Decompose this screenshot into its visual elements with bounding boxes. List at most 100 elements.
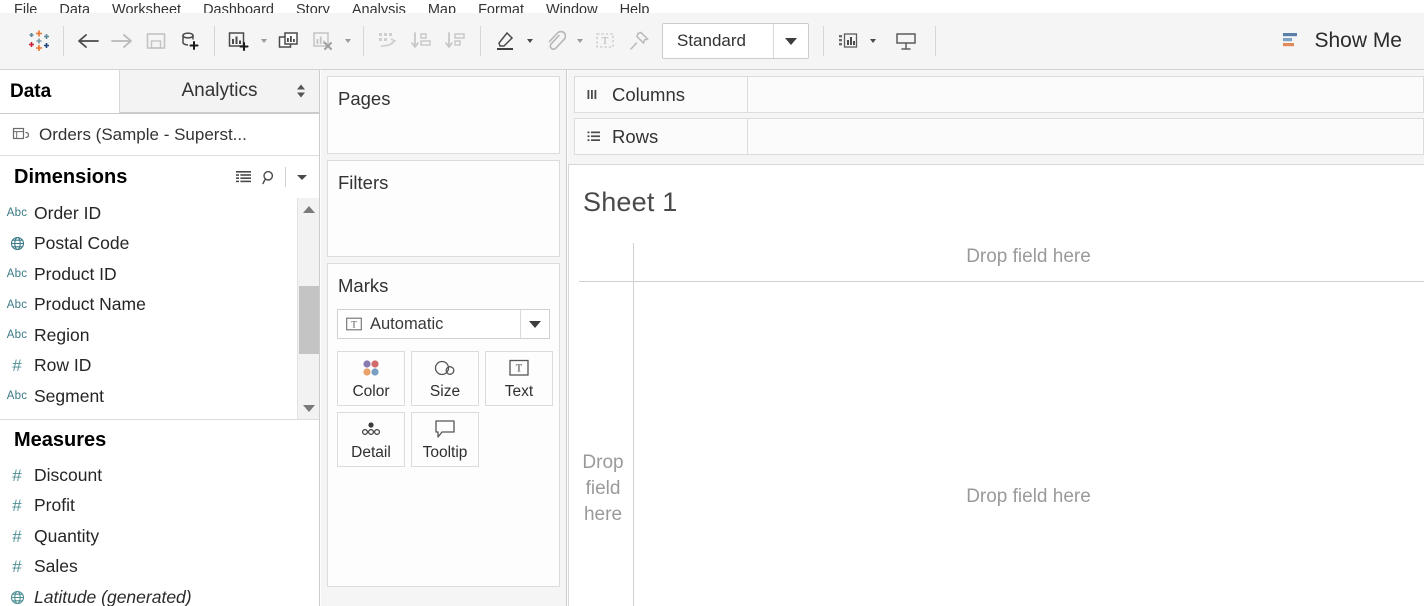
menu-item-help[interactable]: Help [620, 4, 650, 13]
dimension-field-postal-code[interactable]: Postal Code [0, 229, 319, 260]
menu-item-format[interactable]: Format [478, 4, 524, 13]
scrollbar-thumb[interactable] [299, 286, 319, 354]
abc-type-icon: Abc [6, 268, 28, 280]
swap-rows-columns-icon[interactable] [371, 24, 405, 58]
chevron-down-icon[interactable] [289, 164, 315, 190]
measure-field-quantity[interactable]: # Quantity [0, 521, 319, 552]
dimension-field-region[interactable]: Abc Region [0, 320, 319, 351]
tab-data-label: Data [10, 81, 51, 103]
field-label: Product ID [34, 264, 117, 285]
worksheet-view: Sheet 1 Drop field here Drop field here … [568, 164, 1424, 606]
dimension-field-ship-date[interactable]: Ship Date [0, 412, 319, 421]
show-cards-dropdown[interactable] [865, 24, 881, 58]
dimension-field-row-id[interactable]: # Row ID [0, 351, 319, 382]
axis-vertical-line [633, 243, 634, 606]
sort-descending-icon[interactable] [439, 24, 473, 58]
field-label: Quantity [34, 526, 99, 547]
shelves-area: Columns Rows [568, 70, 1424, 164]
show-cards-icon[interactable] [831, 24, 865, 58]
new-worksheet-icon[interactable] [222, 24, 256, 58]
menu-item-window[interactable]: Window [546, 4, 598, 13]
bottom-drop-hint: Drop field here [966, 486, 1091, 508]
clear-sheet-icon[interactable] [306, 24, 340, 58]
rows-shelf-dropzone[interactable] [748, 118, 1424, 155]
group-members-icon[interactable] [538, 24, 572, 58]
save-icon[interactable] [139, 24, 173, 58]
axis-horizontal-line [579, 281, 633, 282]
pages-card[interactable]: Pages [327, 76, 560, 154]
field-label: Sales [34, 556, 78, 577]
search-icon[interactable] [256, 164, 282, 190]
dimensions-scrollbar[interactable] [297, 198, 319, 419]
show-mark-labels-icon[interactable]: T [588, 24, 622, 58]
column-drop-hint: Drop field here [966, 246, 1091, 268]
menu-item-file[interactable]: File [14, 4, 37, 13]
dimension-field-product-name[interactable]: Abc Product Name [0, 290, 319, 321]
scroll-up-icon[interactable] [298, 198, 319, 220]
dimension-field-segment[interactable]: Abc Segment [0, 381, 319, 412]
measure-field-latitude-generated[interactable]: Latitude (generated) [0, 582, 319, 606]
dimension-field-product-id[interactable]: Abc Product ID [0, 259, 319, 290]
sort-ascending-icon[interactable] [405, 24, 439, 58]
toolbar-divider-4 [480, 26, 481, 56]
marks-color-button[interactable]: Color [337, 351, 405, 406]
worksheet-canvas[interactable]: Drop field here Drop field here Drop fie… [569, 233, 1424, 606]
columns-shelf-dropzone[interactable] [748, 76, 1424, 113]
highlight-icon[interactable] [488, 24, 522, 58]
menu-item-analysis[interactable]: Analysis [352, 4, 406, 13]
dimensions-list: Abc Order ID Postal Code Abc Product ID … [0, 198, 319, 420]
bottom-dropzone[interactable]: Drop field here [633, 486, 1424, 508]
fit-dropdown[interactable]: Standard [662, 23, 809, 59]
new-worksheet-dropdown[interactable] [256, 24, 272, 58]
rows-shelf[interactable]: Rows [574, 118, 1424, 155]
menu-item-story[interactable]: Story [296, 4, 330, 13]
measure-field-discount[interactable]: # Discount [0, 460, 319, 491]
marks-text-button[interactable]: T Text [485, 351, 553, 406]
fix-axes-icon[interactable] [622, 24, 656, 58]
number-type-icon: # [6, 467, 28, 484]
fit-dropdown-arrow[interactable] [773, 24, 808, 58]
back-arrow-icon[interactable] [71, 24, 105, 58]
clear-sheet-dropdown[interactable] [340, 24, 356, 58]
globe-type-icon [6, 590, 28, 605]
field-label: Segment [34, 386, 104, 407]
filters-card[interactable]: Filters [327, 160, 560, 257]
marks-tooltip-label: Tooltip [423, 444, 468, 462]
measure-field-profit[interactable]: # Profit [0, 491, 319, 522]
sort-toggle-icon[interactable] [297, 85, 305, 98]
new-data-source-icon[interactable] [173, 24, 207, 58]
measures-title: Measures [14, 429, 106, 452]
menu-item-dashboard[interactable]: Dashboard [203, 4, 274, 13]
menu-item-map[interactable]: Map [428, 4, 456, 13]
measure-field-sales[interactable]: # Sales [0, 552, 319, 583]
presentation-mode-icon[interactable] [889, 24, 923, 58]
forward-arrow-icon[interactable] [105, 24, 139, 58]
marks-tooltip-button[interactable]: Tooltip [411, 412, 479, 467]
data-source-item[interactable]: Orders (Sample - Superst... [0, 114, 319, 156]
mark-type-dropdown[interactable]: T Automatic [337, 309, 550, 339]
scroll-down-icon[interactable] [298, 397, 319, 419]
measures-list: # Discount # Profit # Quantity # Sales [0, 460, 319, 606]
field-label: Discount [34, 465, 102, 486]
duplicate-sheet-icon[interactable] [272, 24, 306, 58]
abc-type-icon: Abc [6, 390, 28, 402]
marks-detail-button[interactable]: Detail [337, 412, 405, 467]
tab-analytics[interactable]: Analytics [120, 70, 319, 113]
marks-detail-label: Detail [351, 444, 391, 462]
tab-data[interactable]: Data [0, 70, 120, 113]
menu-item-data[interactable]: Data [59, 4, 90, 13]
row-dropzone[interactable]: Drop field here [577, 450, 629, 528]
group-members-dropdown[interactable] [572, 24, 588, 58]
show-me-button[interactable]: Show Me [1276, 25, 1408, 57]
menu-item-worksheet[interactable]: Worksheet [112, 4, 181, 13]
highlight-dropdown[interactable] [522, 24, 538, 58]
mark-type-dropdown-arrow[interactable] [520, 310, 549, 338]
columns-shelf[interactable]: Columns [574, 76, 1424, 113]
column-dropzone[interactable]: Drop field here [633, 233, 1424, 282]
tooltip-icon [434, 417, 456, 441]
marks-size-button[interactable]: Size [411, 351, 479, 406]
rows-icon [587, 130, 602, 143]
grid-view-icon[interactable] [230, 164, 256, 190]
tableau-logo-icon[interactable] [22, 24, 56, 58]
dimension-field-order-id[interactable]: Abc Order ID [0, 198, 319, 229]
